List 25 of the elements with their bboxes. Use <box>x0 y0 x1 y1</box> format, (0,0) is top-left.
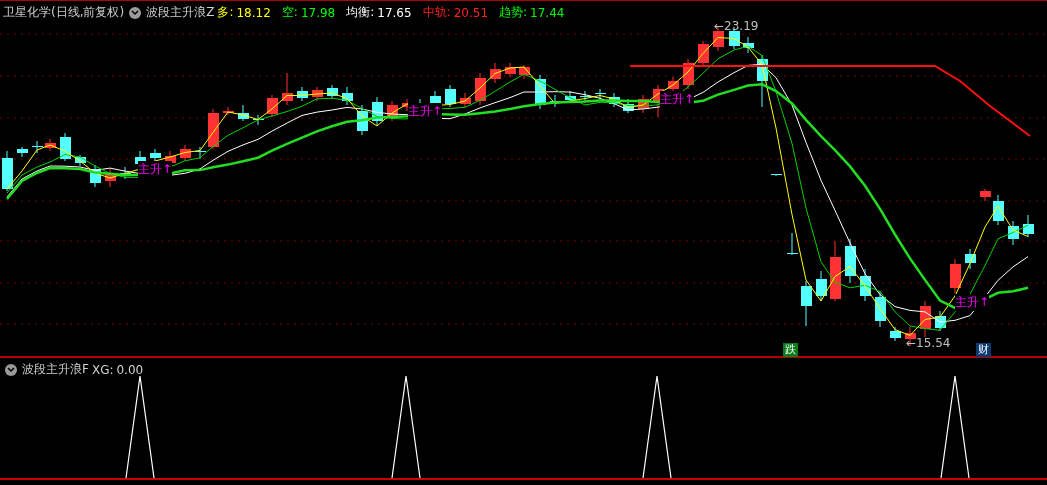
signal-label: 主升↑ <box>955 294 990 311</box>
high-price-marker: ←23.19 <box>714 19 759 33</box>
indicator-label: 多: <box>217 4 234 21</box>
indicator-value: 17.44 <box>530 5 565 20</box>
indicator-value: 20.51 <box>453 5 489 20</box>
indicator-name: 波段主升浪Z <box>146 4 215 21</box>
indicator-label: 均衡: <box>346 4 375 21</box>
signal-label: 主升↑ <box>408 103 443 120</box>
indicator-value: 17.98 <box>300 5 336 20</box>
dropdown-icon[interactable] <box>5 363 17 376</box>
signal-badge: 财 <box>976 343 991 357</box>
indicator-name: 波段主升浪F <box>22 361 89 378</box>
signal-badge: 跌 <box>783 343 798 357</box>
indicator-label: 中轨: <box>422 4 451 21</box>
indicator-value: 17.65 <box>377 5 412 20</box>
dropdown-icon[interactable] <box>129 6 142 19</box>
indicator-label: 空: <box>281 4 298 21</box>
indicator-label: 趋势: <box>499 4 528 21</box>
signal-label: 主升↑ <box>660 91 695 108</box>
indicator-label: XG: <box>91 362 114 377</box>
signal-label: 主升↑ <box>138 161 173 178</box>
indicator-value: 0.00 <box>116 362 144 377</box>
low-price-marker: ←15.54 <box>906 336 951 350</box>
chart-title: 卫星化学(日线,前复权) <box>3 4 125 21</box>
indicator-value: 18.12 <box>236 5 271 20</box>
